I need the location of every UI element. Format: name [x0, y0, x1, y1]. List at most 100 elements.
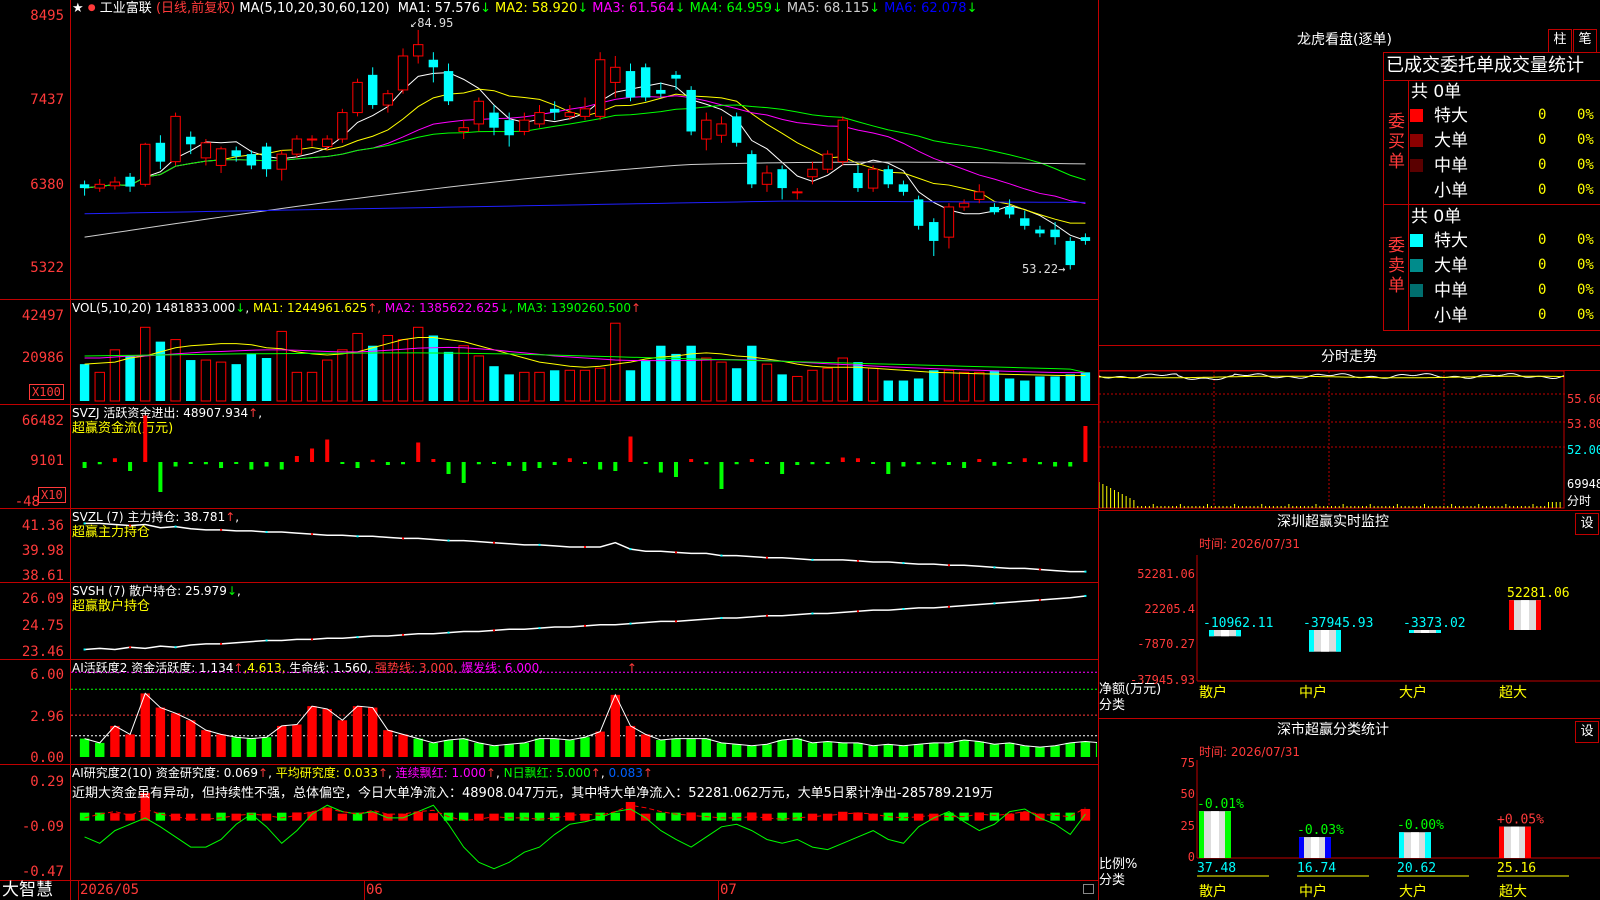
svzj-bar: [264, 462, 269, 467]
order-row-特大: 特大 0 0%: [1410, 229, 1600, 251]
candle-body: [231, 150, 241, 157]
chart-area[interactable]: ★ ● 工业富联 (日线,前复权) MA(5,10,20,30,60,120) …: [0, 0, 1099, 900]
ai-active-bar: [989, 744, 1000, 757]
candle-body: [79, 184, 90, 189]
candle-body: [1080, 237, 1091, 241]
svsh-dot: [402, 633, 405, 636]
volume-bar: [368, 345, 378, 401]
stats-bar-edge: [1525, 826, 1531, 858]
tick-view-button[interactable]: 笔: [1573, 29, 1597, 53]
ai-active-chart[interactable]: [71, 660, 1097, 763]
ai-active-bar: [822, 741, 833, 757]
date-axis-line: [0, 880, 1098, 881]
ai-active-bar: [261, 737, 272, 757]
svzj-bar: [840, 457, 845, 462]
svzj-bar: [310, 448, 315, 462]
svsh-dot: [993, 602, 996, 605]
svsh-dot: [493, 629, 496, 632]
svsh-chart[interactable]: [71, 583, 1097, 658]
monitor-bar-edge: [1536, 600, 1541, 630]
order-color-swatch: [1410, 284, 1423, 297]
candle-body: [1035, 229, 1045, 234]
svzj-bar: [764, 462, 769, 464]
volume-chart[interactable]: [71, 300, 1097, 403]
svsh-dot: [720, 617, 723, 619]
intraday-unit: 分时: [1567, 494, 1592, 508]
lock-icon[interactable]: [1083, 884, 1094, 894]
svzj-bar: [946, 462, 951, 465]
stats-settings-button[interactable]: 设: [1575, 721, 1599, 743]
svsh-dot: [83, 648, 86, 651]
monitor-chart[interactable]: -10962.11 -37945.93 -3373.02 52281.06 散户 中户 大户…: [1099, 555, 1600, 715]
svzl-chart[interactable]: [71, 509, 1097, 581]
order-percent: 0%: [1577, 107, 1594, 123]
stats-bar-highlight: [1311, 837, 1319, 858]
svzj-bar: [1037, 462, 1042, 465]
candle-body: [671, 74, 681, 79]
ai-active-bar: [337, 720, 348, 757]
candle-body: [837, 119, 848, 163]
volume-bar: [504, 374, 514, 401]
svzj-chart[interactable]: [71, 405, 1097, 507]
stats-chart[interactable]: -0.01% 37.48 -0.03% 16.74 -0.00% 20.62 +0.05% 2…: [1099, 760, 1600, 900]
svzj-bar: [734, 462, 739, 465]
candle-body: [109, 181, 121, 187]
ai-active-bar: [246, 738, 257, 757]
volume-bar: [246, 353, 257, 401]
ai-active-bar: [686, 738, 696, 757]
ai-research-bar: [534, 812, 545, 821]
svsh-dot: [674, 620, 677, 623]
volume-bar: [519, 371, 530, 402]
monitor-settings-button[interactable]: 设: [1575, 513, 1599, 535]
candle-body: [382, 93, 394, 106]
svzj-tick: 9101: [30, 453, 64, 469]
ai-active-bar: [489, 745, 499, 757]
ai-active-bar: [868, 745, 878, 757]
svzl-dot: [83, 522, 86, 525]
volume-bar: [731, 368, 742, 401]
ai-research-bar: [777, 812, 787, 821]
svzj-bar: [673, 462, 678, 477]
order-percent: 0%: [1577, 157, 1594, 173]
monitor-category-label: 中户: [1299, 684, 1327, 701]
svzj-bar: [431, 459, 436, 462]
column-view-button[interactable]: 柱: [1548, 29, 1572, 53]
svzj-bar: [476, 462, 481, 465]
volume-bar: [261, 358, 272, 401]
intraday-tick: 52.00: [1567, 443, 1600, 457]
svzj-bar: [355, 462, 360, 468]
volume-bar: [458, 345, 469, 402]
monitor-bar-label: 52281.06: [1507, 586, 1570, 601]
svzj-bar: [825, 462, 830, 464]
candle-body: [1065, 240, 1075, 266]
svsh-tick: 23.46: [21, 644, 64, 660]
svzl-dot: [265, 531, 268, 533]
ai-research-bar: [731, 812, 742, 821]
intraday-chart[interactable]: [1099, 371, 1565, 509]
ai-active-bar: [155, 707, 166, 757]
volume-bar: [974, 371, 985, 402]
ai-active-bar: [534, 738, 545, 757]
stats-title: 深市超赢分类统计: [1277, 722, 1389, 738]
svzj-bar: [916, 462, 921, 465]
candle-body: [534, 112, 545, 125]
stats-bar: [1399, 832, 1431, 858]
svsh-dot: [356, 636, 359, 639]
stats-bar: [1499, 826, 1531, 858]
lhb-title: 龙虎看盘(逐单): [1297, 32, 1392, 48]
price-chart[interactable]: [71, 0, 1097, 298]
monitor-title: 深圳超赢实时监控: [1277, 514, 1389, 530]
ai-active-bar: [95, 742, 105, 757]
svzj-bar: [294, 456, 299, 462]
ai-research-bar: [231, 813, 241, 821]
svsh-dot: [856, 610, 859, 613]
ai-active-bar: [640, 734, 651, 757]
candle-body: [564, 112, 576, 117]
svzj-bar: [1083, 426, 1088, 462]
svsh-dot: [765, 614, 768, 617]
volume-bar: [747, 345, 757, 401]
monitor-time: 时间: 2026/07/31: [1199, 537, 1301, 551]
volume-bar: [94, 371, 105, 402]
ai-research-chart[interactable]: [71, 765, 1097, 879]
ai-active-bar: [443, 740, 454, 757]
